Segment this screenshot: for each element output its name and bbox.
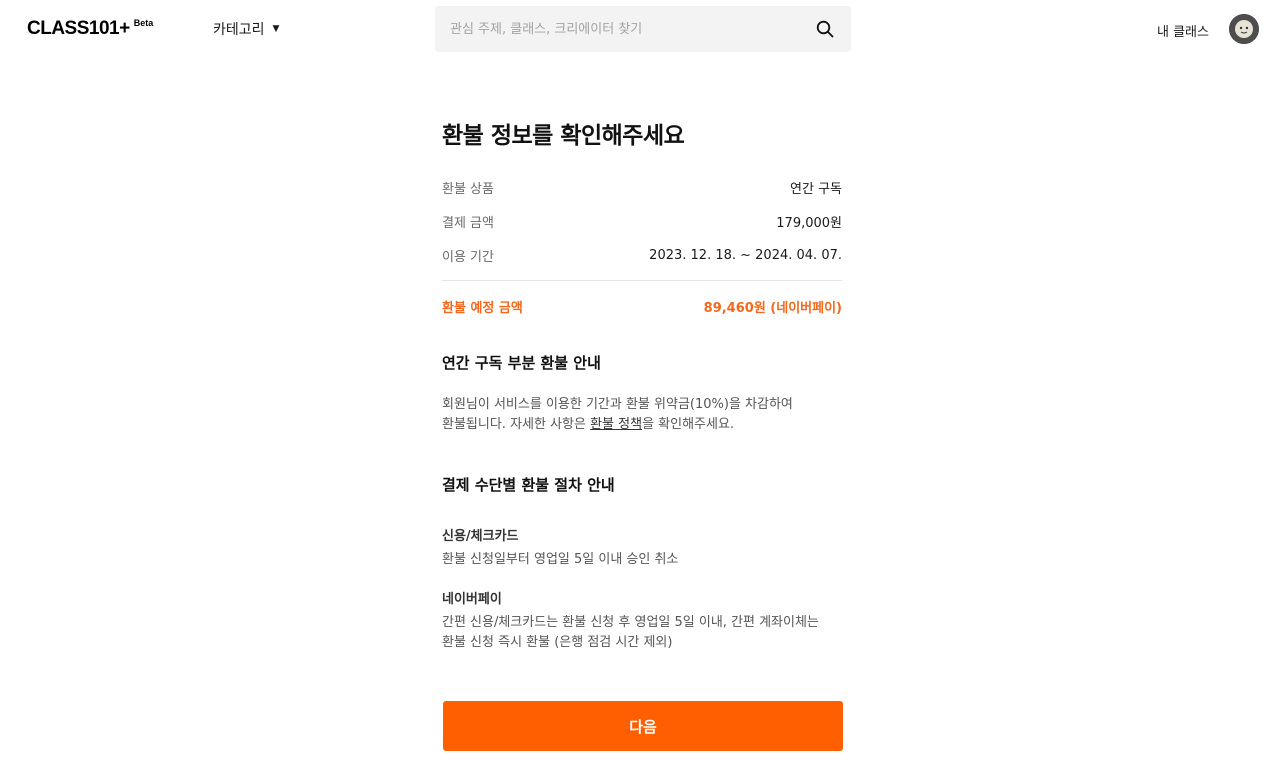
refund-detail-list: 환불 상품 연간 구독 결제 금액 179,000원 이용 기간 2023. 1…	[442, 170, 842, 272]
para-line: 간편 신용/체크카드는 환불 신청 후 영업일 5일 이내, 간편 계좌이체는	[442, 615, 819, 630]
payment-method-naverpay: 네이버페이 간편 신용/체크카드는 환불 신청 후 영업일 5일 이내, 간편 …	[442, 588, 842, 653]
para-line: 회원님이 서비스를 이용한 기간과 환불 위약금(10%)을 차감하여	[442, 397, 793, 412]
payment-method-card: 신용/체크카드 환불 신청일부터 영업일 5일 이내 승인 취소	[442, 525, 842, 570]
method-name: 네이버페이	[442, 592, 502, 607]
refund-info-panel: 환불 정보를 확인해주세요 환불 상품 연간 구독 결제 금액 179,000원…	[442, 118, 842, 653]
info-row-payment: 결제 금액 179,000원	[442, 204, 842, 238]
info-value: 179,000원	[776, 215, 842, 231]
search-icon[interactable]	[816, 20, 834, 38]
search-input[interactable]	[435, 21, 795, 37]
info-label: 결제 금액	[442, 215, 494, 231]
refund-amount-value: 89,460원 (네이버페이)	[703, 300, 842, 316]
method-desc: 간편 신용/체크카드는 환불 신청 후 영업일 5일 이내, 간편 계좌이체는 …	[442, 613, 842, 653]
partial-refund-text: 회원님이 서비스를 이용한 기간과 환불 위약금(10%)을 차감하여 환불됩니…	[442, 395, 842, 435]
refund-amount-label: 환불 예정 금액	[442, 300, 523, 316]
logo-text: CLASS101+	[27, 18, 130, 39]
category-label: 카테고리	[213, 22, 265, 38]
section-title: 연간 구독 부분 환불 안내	[442, 354, 601, 372]
para-line-suffix: 을 확인해주세요.	[642, 417, 735, 432]
search-bar	[435, 6, 851, 52]
info-row-period: 이용 기간 2023. 12. 18. ~ 2024. 04. 07.	[442, 238, 842, 272]
method-desc: 환불 신청일부터 영업일 5일 이내 승인 취소	[442, 552, 679, 567]
caret-down-icon: ▼	[272, 24, 280, 34]
next-button[interactable]: 다음	[443, 701, 843, 751]
avatar[interactable]	[1229, 14, 1259, 44]
top-header: CLASS101+ Beta 카테고리 ▼ 내 클래스	[0, 0, 1280, 58]
page-title: 환불 정보를 확인해주세요	[442, 123, 685, 149]
avatar-face-icon	[1229, 14, 1259, 44]
info-value: 연간 구독	[790, 181, 842, 197]
info-value: 2023. 12. 18. ~ 2024. 04. 07.	[649, 247, 842, 263]
para-line-prefix: 환불됩니다. 자세한 사항은	[442, 417, 591, 432]
partial-refund-section: 연간 구독 부분 환불 안내 회원님이 서비스를 이용한 기간과 환불 위약금(…	[442, 352, 842, 435]
logo[interactable]: CLASS101+ Beta	[27, 18, 154, 39]
info-label: 이용 기간	[442, 249, 494, 265]
my-class-link[interactable]: 내 클래스	[1157, 21, 1209, 40]
para-line: 환불 신청 즉시 환불 (은행 점검 시간 제외)	[442, 635, 673, 650]
section-title: 결제 수단별 환불 절차 안내	[442, 476, 615, 494]
method-name: 신용/체크카드	[442, 529, 519, 544]
payment-method-section: 결제 수단별 환불 절차 안내 신용/체크카드 환불 신청일부터 영업일 5일 …	[442, 474, 842, 653]
category-menu[interactable]: 카테고리 ▼	[213, 19, 279, 39]
refund-amount-row: 환불 예정 금액 89,460원 (네이버페이)	[442, 281, 842, 331]
logo-beta-badge: Beta	[133, 18, 154, 28]
info-label: 환불 상품	[442, 181, 494, 197]
refund-policy-link[interactable]: 환불 정책	[590, 417, 642, 432]
info-row-product: 환불 상품 연간 구독	[442, 170, 842, 204]
